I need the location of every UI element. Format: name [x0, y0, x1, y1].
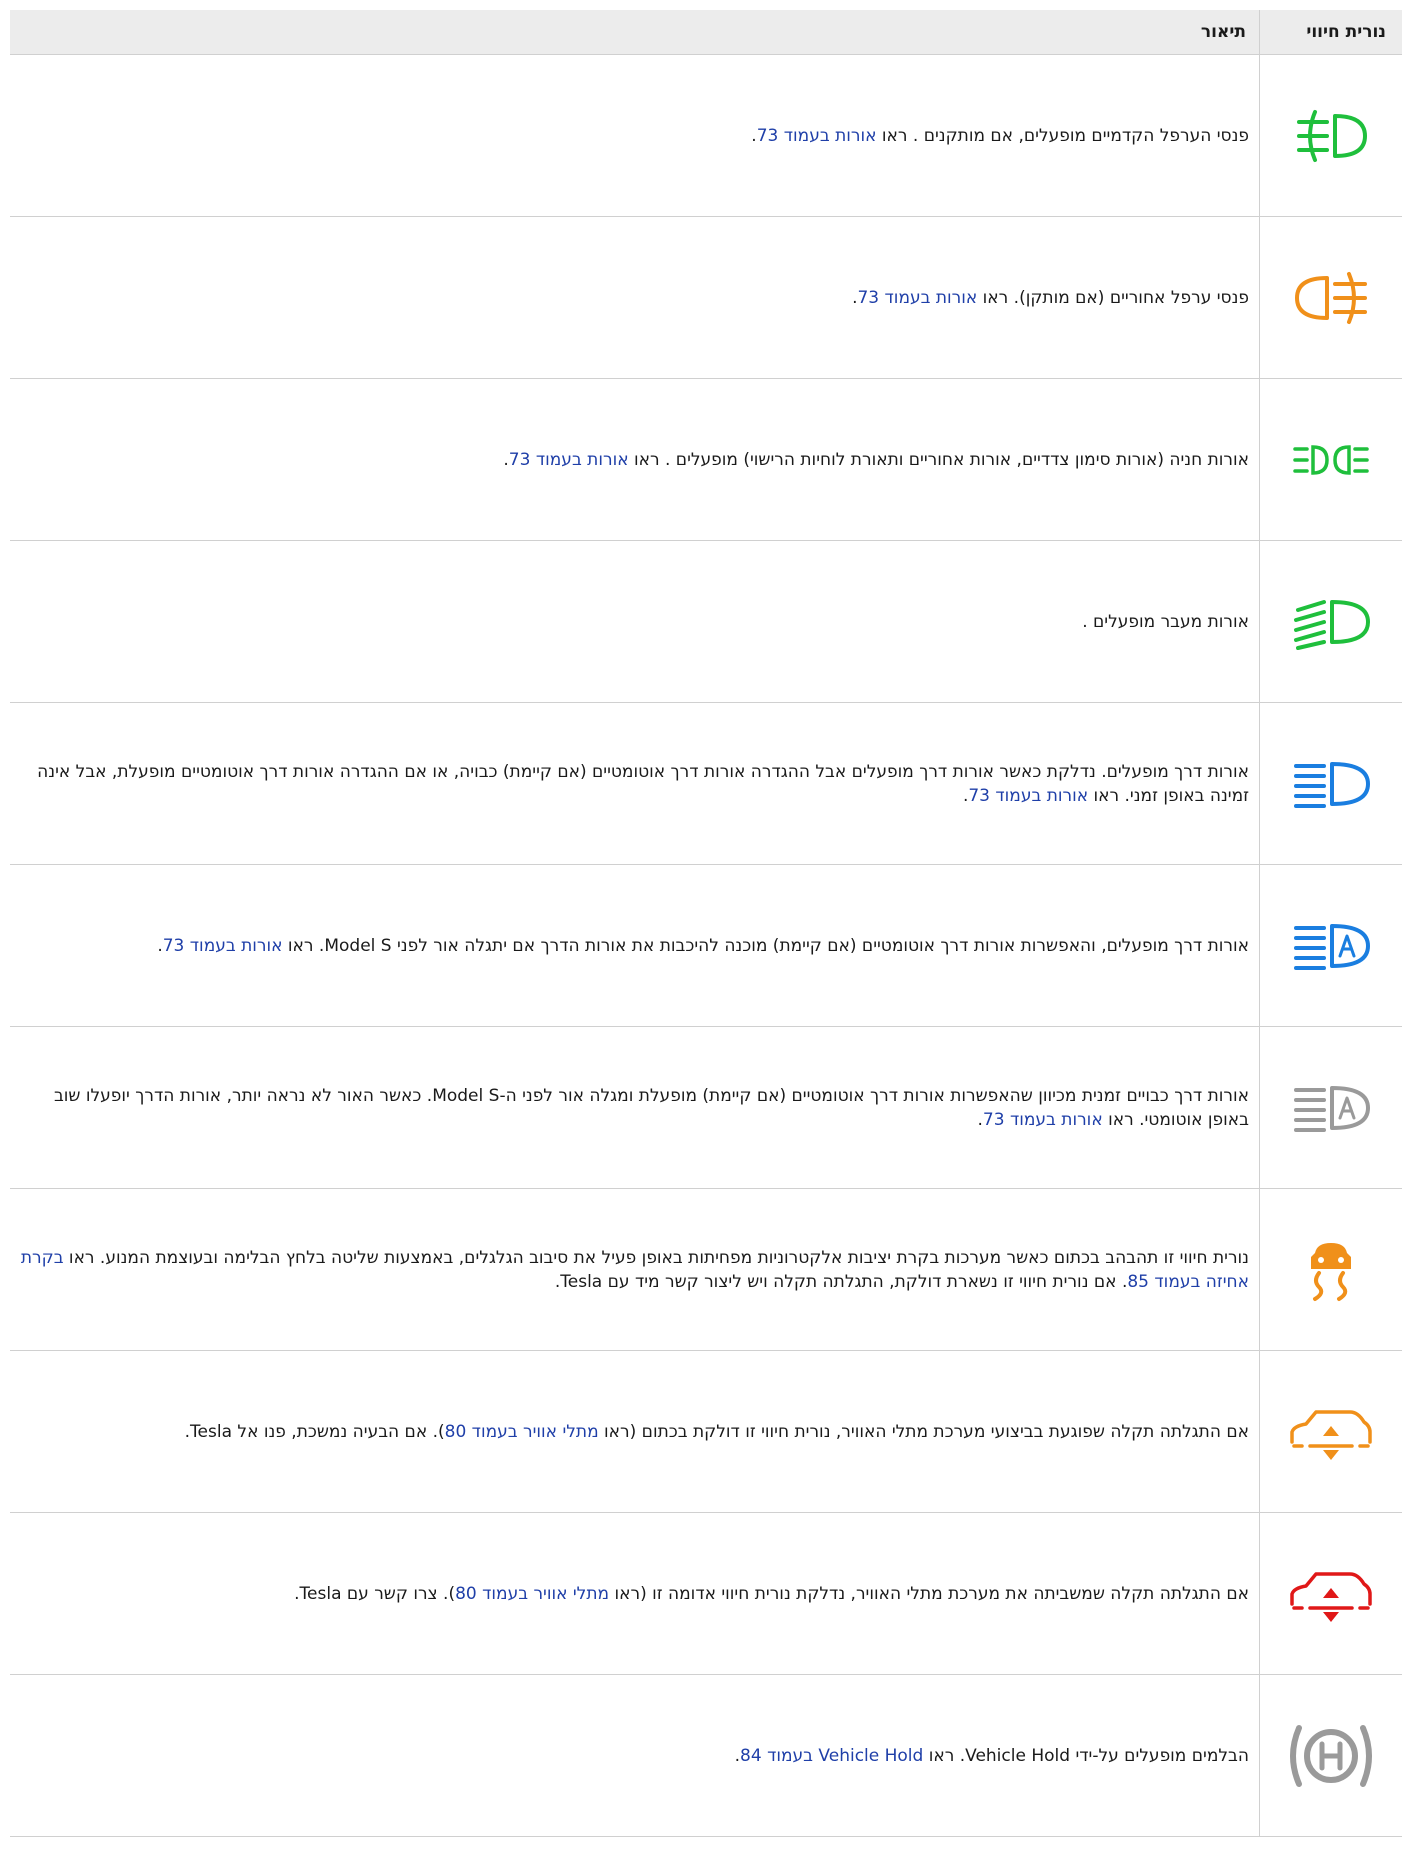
- description-cell: אורות דרך כבויים זמנית מכיוון שהאפשרות א…: [10, 1027, 1260, 1188]
- indicator-cell: [1260, 865, 1402, 1026]
- table-row: נורית חיווי זו תהבהב בכתום כאשר מערכות ב…: [10, 1189, 1402, 1351]
- vehicle-hold-icon: [1281, 1716, 1381, 1796]
- page-reference-link[interactable]: מתלי אוויר בעמוד 80: [445, 1422, 599, 1442]
- table-row: הבלמים מופעלים על-ידי Vehicle Hold. ראו …: [10, 1675, 1402, 1837]
- description-fragment: . אם נורית חיווי זו נשארת דולקת, התגלתה …: [554, 1271, 1128, 1292]
- table-body: פנסי הערפל הקדמיים מופעלים, אם מותקנים .…: [10, 55, 1402, 1837]
- description-cell: הבלמים מופעלים על-ידי Vehicle Hold. ראו …: [10, 1675, 1260, 1836]
- description-text: אורות דרך מופעלים, והאפשרות אורות דרך או…: [10, 934, 1249, 958]
- indicator-cell: [1260, 1027, 1402, 1188]
- rear-fog-lights-icon: [1291, 266, 1371, 330]
- indicator-cell: [1260, 1351, 1402, 1512]
- description-text: אם התגלתה תקלה שמשביתה את מערכת מתלי האו…: [10, 1582, 1249, 1606]
- page-reference-link[interactable]: אורות בעמוד 73: [983, 1110, 1103, 1130]
- description-fragment: פנסי ערפל אחוריים (אם מותקן). ראו: [977, 287, 1249, 308]
- indicator-cell: [1260, 1675, 1402, 1836]
- page-reference-link[interactable]: Vehicle Hold בעמוד 84: [740, 1746, 923, 1766]
- description-fragment: ). אם הבעיה נמשכת, פנו אל Tesla.: [184, 1421, 445, 1442]
- table-row: פנסי הערפל הקדמיים מופעלים, אם מותקנים .…: [10, 55, 1402, 217]
- table-row: אורות דרך כבויים זמנית מכיוון שהאפשרות א…: [10, 1027, 1402, 1189]
- description-text: הבלמים מופעלים על-ידי Vehicle Hold. ראו …: [10, 1744, 1249, 1768]
- auto-high-beam-off-icon: [1286, 1076, 1376, 1140]
- description-cell: אם התגלתה תקלה שפוגעת בביצועי מערכת מתלי…: [10, 1351, 1260, 1512]
- description-fragment: אם התגלתה תקלה שמשביתה את מערכת מתלי האו…: [609, 1583, 1249, 1604]
- parking-lights-icon: [1291, 435, 1371, 485]
- description-cell: אורות חניה (אורות סימון צדדיים, אורות אח…: [10, 379, 1260, 540]
- description-fragment: אורות חניה (אורות סימון צדדיים, אורות אח…: [628, 449, 1249, 470]
- description-cell: אם התגלתה תקלה שמשביתה את מערכת מתלי האו…: [10, 1513, 1260, 1674]
- table-row: אם התגלתה תקלה שמשביתה את מערכת מתלי האו…: [10, 1513, 1402, 1675]
- indicator-cell: [1260, 379, 1402, 540]
- description-cell: פנסי הערפל הקדמיים מופעלים, אם מותקנים .…: [10, 55, 1260, 216]
- description-text: אם התגלתה תקלה שפוגעת בביצועי מערכת מתלי…: [10, 1420, 1249, 1444]
- table-header: נורית חיווי תיאור: [10, 10, 1402, 55]
- air-suspension-warning-icon: [1286, 1402, 1376, 1462]
- high-beam-icon: [1286, 752, 1376, 816]
- table-row: אורות דרך מופעלים. נדלקת כאשר אורות דרך …: [10, 703, 1402, 865]
- description-fragment: נורית חיווי זו תהבהב בכתום כאשר מערכות ב…: [63, 1247, 1249, 1268]
- description-text: אורות מעבר מופעלים .: [10, 610, 1249, 634]
- description-fragment: אורות מעבר מופעלים .: [1082, 611, 1249, 632]
- description-fragment: הבלמים מופעלים על-ידי Vehicle Hold. ראו: [923, 1745, 1249, 1766]
- page-reference-link[interactable]: אורות בעמוד 73: [757, 126, 877, 146]
- table-row: פנסי ערפל אחוריים (אם מותקן). ראו אורות …: [10, 217, 1402, 379]
- description-text: פנסי ערפל אחוריים (אם מותקן). ראו אורות …: [10, 286, 1249, 310]
- table-row: אורות חניה (אורות סימון צדדיים, אורות אח…: [10, 379, 1402, 541]
- description-fragment: פנסי הערפל הקדמיים מופעלים, אם מותקנים .…: [876, 125, 1249, 146]
- page-reference-link[interactable]: אורות בעמוד 73: [968, 786, 1088, 806]
- page-reference-link[interactable]: אורות בעמוד 73: [857, 288, 977, 308]
- air-suspension-fault-icon: [1286, 1564, 1376, 1624]
- description-text: אורות דרך כבויים זמנית מכיוון שהאפשרות א…: [10, 1084, 1249, 1132]
- auto-high-beam-icon: [1286, 914, 1376, 978]
- description-cell: אורות דרך מופעלים. נדלקת כאשר אורות דרך …: [10, 703, 1260, 864]
- description-cell: נורית חיווי זו תהבהב בכתום כאשר מערכות ב…: [10, 1189, 1260, 1350]
- indicator-cell: [1260, 1513, 1402, 1674]
- description-fragment: אם התגלתה תקלה שפוגעת בביצועי מערכת מתלי…: [598, 1421, 1249, 1442]
- description-text: פנסי הערפל הקדמיים מופעלים, אם מותקנים .…: [10, 124, 1249, 148]
- description-cell: אורות מעבר מופעלים .: [10, 541, 1260, 702]
- description-text: אורות דרך מופעלים. נדלקת כאשר אורות דרך …: [10, 760, 1249, 808]
- indicator-cell: [1260, 217, 1402, 378]
- indicator-table: נורית חיווי תיאור פנסי הערפל הקדמיים מופ…: [10, 10, 1402, 1837]
- description-fragment: אורות דרך מופעלים, והאפשרות אורות דרך או…: [282, 935, 1249, 956]
- low-beam-icon: [1286, 590, 1376, 654]
- table-row: אם התגלתה תקלה שפוגעת בביצועי מערכת מתלי…: [10, 1351, 1402, 1513]
- indicator-cell: [1260, 541, 1402, 702]
- page-reference-link[interactable]: אורות בעמוד 73: [163, 936, 283, 956]
- traction-control-icon: [1301, 1235, 1361, 1305]
- page-reference-link[interactable]: מתלי אוויר בעמוד 80: [455, 1584, 609, 1604]
- indicator-cell: [1260, 1189, 1402, 1350]
- header-description: תיאור: [10, 10, 1260, 54]
- table-row: אורות דרך מופעלים, והאפשרות אורות דרך או…: [10, 865, 1402, 1027]
- description-text: אורות חניה (אורות סימון צדדיים, אורות אח…: [10, 448, 1249, 472]
- table-row: אורות מעבר מופעלים .: [10, 541, 1402, 703]
- page-reference-link[interactable]: אורות בעמוד 73: [509, 450, 629, 470]
- indicator-cell: [1260, 55, 1402, 216]
- description-cell: אורות דרך מופעלים, והאפשרות אורות דרך או…: [10, 865, 1260, 1026]
- header-indicator: נורית חיווי: [1306, 22, 1386, 42]
- front-fog-lights-icon: [1291, 104, 1371, 168]
- description-fragment: ). צרו קשר עם Tesla.: [294, 1583, 456, 1604]
- indicator-cell: [1260, 703, 1402, 864]
- description-text: נורית חיווי זו תהבהב בכתום כאשר מערכות ב…: [10, 1246, 1249, 1294]
- description-cell: פנסי ערפל אחוריים (אם מותקן). ראו אורות …: [10, 217, 1260, 378]
